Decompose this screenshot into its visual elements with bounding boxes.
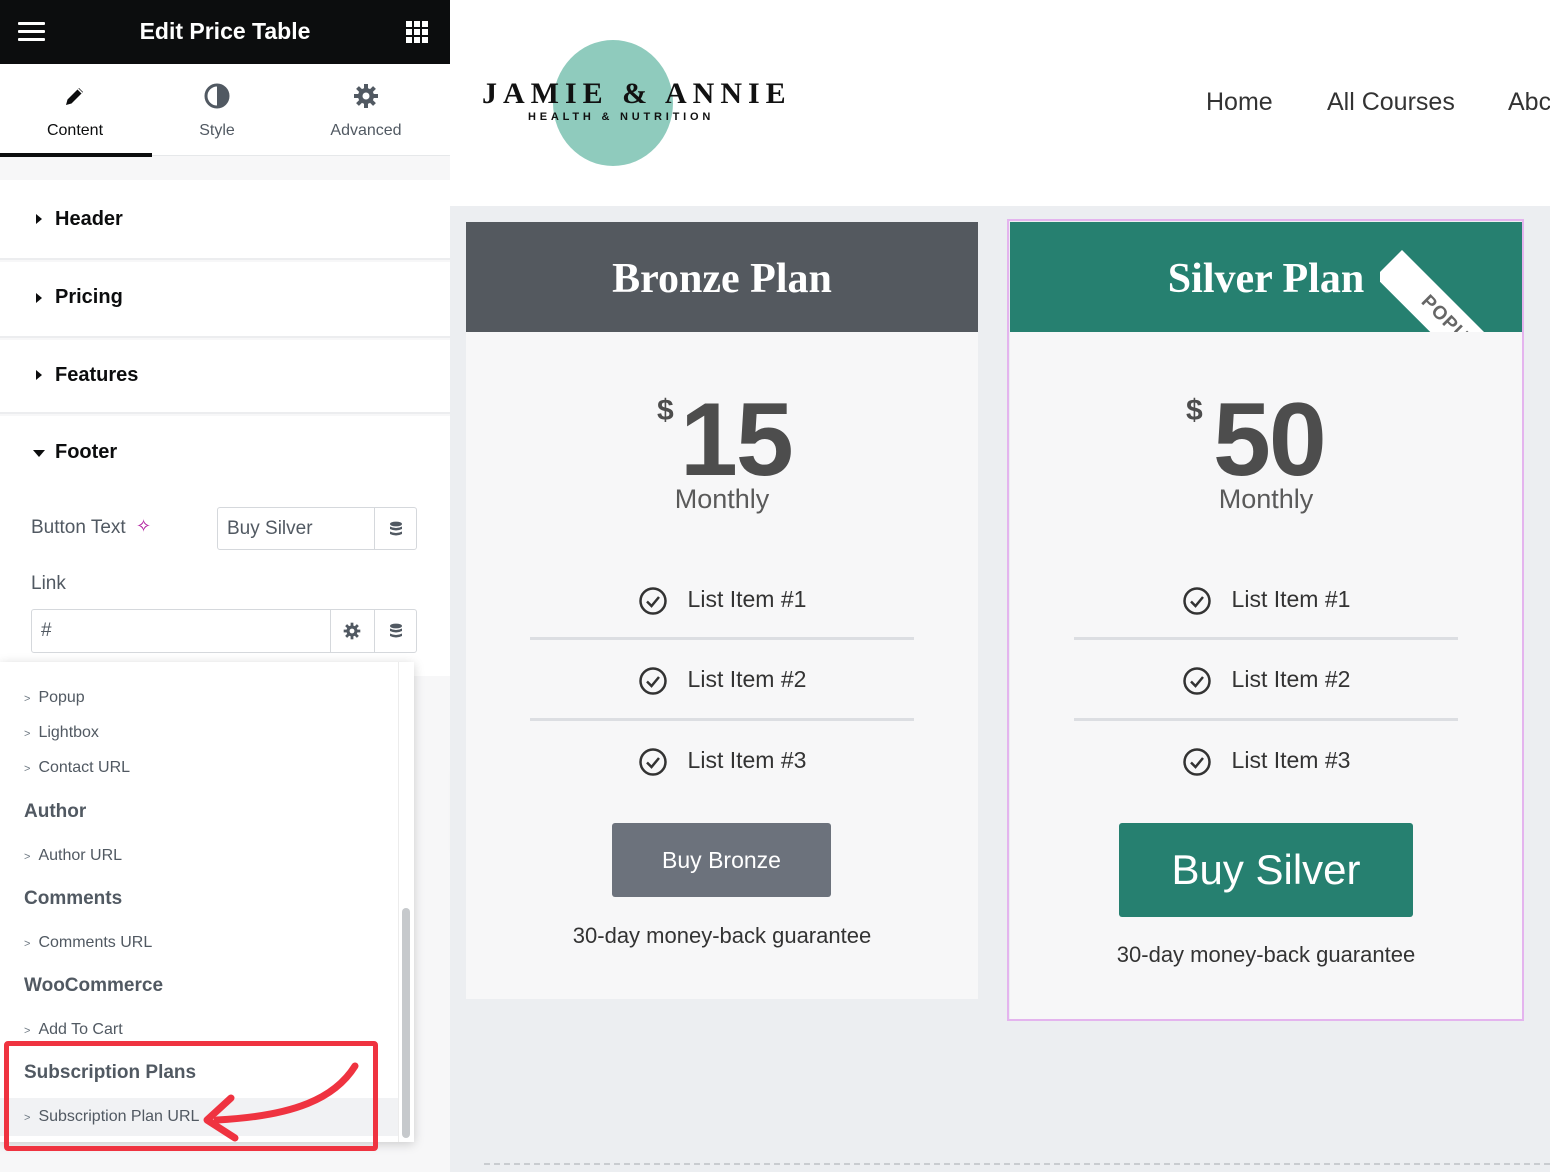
feature-item: List Item #1	[466, 586, 978, 616]
section-header[interactable]: Header	[0, 180, 450, 260]
dropdown-scroll-track	[398, 662, 399, 1142]
section-features[interactable]: Features	[0, 340, 450, 414]
price-card-bronze: Bronze Plan $ 15 Monthly List Item #1 Li…	[466, 222, 978, 999]
button-text-field[interactable]: Buy Silver	[217, 507, 417, 550]
logo-tagline: HEALTH & NUTRITION	[528, 111, 715, 123]
dd-group-author: Author	[24, 801, 87, 822]
tab-content[interactable]: Content	[0, 64, 152, 157]
dd-item-lightbox[interactable]: > Lightbox	[24, 724, 99, 742]
price-period: Monthly	[674, 484, 770, 514]
panel-tabs: Content Style Advanced	[0, 64, 450, 157]
tab-style[interactable]: Style	[142, 64, 292, 156]
section-pricing[interactable]: Pricing	[0, 262, 450, 338]
editor-panel: Edit Price Table Content Style Advanced …	[0, 0, 450, 1172]
buy-bronze-button[interactable]: Buy Bronze	[612, 823, 831, 897]
pencil-icon	[0, 82, 150, 110]
dd-group-woocommerce: WooCommerce	[24, 975, 164, 996]
dd-group-comments: Comments	[24, 888, 123, 909]
check-circle-icon	[638, 667, 667, 695]
dd-item-add-to-cart[interactable]: > Add To Cart	[24, 1021, 123, 1039]
feature-divider	[530, 718, 914, 721]
section-footer-title[interactable]: Footer	[55, 441, 117, 464]
nav-all-courses[interactable]: All Courses	[1327, 88, 1455, 117]
logo-name[interactable]: JAMIE & ANNIE	[482, 77, 792, 111]
check-circle-icon	[638, 748, 667, 776]
tab-advanced[interactable]: Advanced	[291, 64, 441, 156]
price-amount: 15	[680, 382, 794, 498]
feature-divider	[530, 637, 914, 640]
dropdown-scrollbar[interactable]	[402, 908, 410, 1138]
section-drop-area	[484, 1163, 1550, 1165]
selected-widget-outline	[1007, 219, 1524, 1021]
link-label: Link	[31, 573, 66, 594]
check-circle-icon	[638, 587, 667, 615]
dynamic-tags-icon[interactable]	[374, 610, 417, 652]
plan-title: Bronze Plan	[612, 256, 832, 302]
dd-item-popup[interactable]: > Popup	[24, 689, 85, 707]
link-options-gear-icon[interactable]	[330, 610, 373, 652]
feature-item: List Item #2	[466, 666, 978, 696]
link-field[interactable]: #	[31, 609, 417, 653]
ai-sparkle-icon[interactable]: ✧	[136, 516, 151, 537]
caret-right-icon	[36, 214, 42, 224]
gear-icon	[291, 82, 441, 110]
panel-header: Edit Price Table	[0, 0, 450, 64]
guarantee-text: 30-day money-back guarantee	[572, 923, 872, 948]
card-header: Bronze Plan	[466, 222, 978, 332]
nav-home[interactable]: Home	[1206, 88, 1273, 117]
dynamic-tags-icon[interactable]	[374, 508, 417, 549]
currency-symbol: $	[657, 394, 674, 427]
feature-item: List Item #3	[466, 747, 978, 777]
dd-item-author-url[interactable]: > Author URL	[24, 847, 122, 865]
caret-down-icon[interactable]	[33, 450, 45, 457]
dd-item-comments-url[interactable]: > Comments URL	[24, 934, 152, 952]
panel-title: Edit Price Table	[139, 18, 311, 44]
button-text-label: Button Text	[31, 517, 126, 538]
arrow-annotation-icon	[203, 1062, 359, 1142]
dd-item-contact-url[interactable]: > Contact URL	[24, 759, 130, 777]
widgets-grid-icon[interactable]	[406, 21, 428, 43]
caret-right-icon	[36, 370, 42, 380]
caret-right-icon	[36, 293, 42, 303]
nav-about[interactable]: Abc	[1508, 88, 1550, 117]
contrast-icon	[142, 82, 292, 110]
